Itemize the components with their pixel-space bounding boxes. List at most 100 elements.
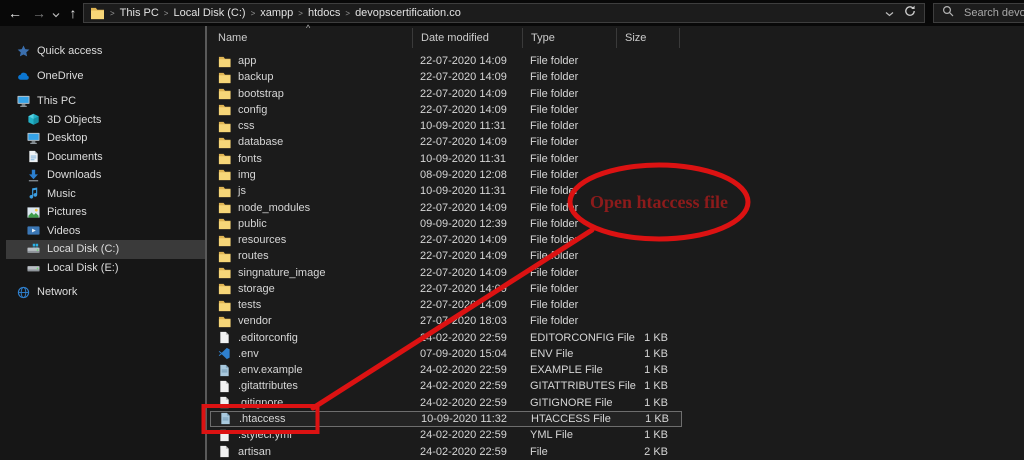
back-button[interactable]: ←	[4, 2, 26, 24]
breadcrumb-separator-icon: >	[159, 9, 174, 18]
file-date-modified: 22-07-2020 14:09	[413, 283, 523, 295]
file-name: tests	[238, 299, 261, 311]
onedrive-cloud-icon	[17, 70, 30, 83]
sidebar-item-network[interactable]: Network	[16, 283, 77, 302]
file-size: 1 KB	[617, 332, 680, 344]
history-chevron-icon[interactable]	[49, 2, 63, 24]
sidebar-item-label: Local Disk (C:)	[47, 243, 119, 255]
sidebar-item-local-disk-c[interactable]: Local Disk (C:)	[26, 240, 119, 259]
sidebar-item-onedrive[interactable]: OneDrive	[16, 67, 83, 86]
column-header-type[interactable]: Type	[523, 28, 617, 48]
column-header-size[interactable]: Size	[617, 28, 680, 48]
quick-access-star-icon	[17, 45, 30, 58]
file-row-database[interactable]: database22-07-2020 14:09File folder	[210, 134, 682, 150]
file-row-singnature_image[interactable]: singnature_image22-07-2020 14:09File fol…	[210, 264, 682, 280]
toolbar: ← → ↑ >This PC>Local Disk (C:)>xampp>htd…	[0, 0, 1024, 26]
file-date-modified: 22-07-2020 14:09	[413, 71, 523, 83]
search-icon	[942, 4, 954, 22]
file-type: HTACCESS File	[524, 413, 618, 425]
sidebar-item-this-pc[interactable]: This PC	[16, 92, 76, 111]
folder-icon	[218, 250, 231, 263]
file-row-env[interactable]: .env07-09-2020 15:04ENV File1 KB	[210, 346, 682, 362]
file-row-gitattributes[interactable]: .gitattributes24-02-2020 22:59GITATTRIBU…	[210, 378, 682, 394]
file-date-modified: 10-09-2020 11:32	[414, 413, 524, 425]
file-row-editorconfig[interactable]: .editorconfig24-02-2020 22:59EDITORCONFI…	[210, 330, 682, 346]
file-row-resources[interactable]: resources22-07-2020 14:09File folder	[210, 232, 682, 248]
folder-icon	[218, 185, 231, 198]
folder-icon	[218, 217, 231, 230]
sidebar-item-label: Videos	[47, 225, 80, 237]
search-box[interactable]	[933, 3, 1024, 23]
3d-objects-cube-icon	[27, 113, 40, 126]
file-date-modified: 22-07-2020 14:09	[413, 55, 523, 67]
folder-icon	[218, 266, 231, 279]
sidebar-item-label: OneDrive	[37, 70, 83, 82]
sidebar-item-documents[interactable]: Documents	[26, 147, 103, 166]
search-input[interactable]	[962, 6, 1024, 20]
file-name: resources	[238, 234, 286, 246]
file-list-pane: NameDate modifiedTypeSize ^ app 22-07-202…	[207, 26, 1024, 460]
file-row-app[interactable]: app22-07-2020 14:09File folder	[210, 53, 682, 69]
column-header-date-modified[interactable]: Date modified	[413, 28, 523, 48]
file-row-js[interactable]: js10-09-2020 11:31File folder	[210, 183, 682, 199]
file-blue-icon	[219, 412, 232, 425]
file-type: ENV File	[523, 348, 617, 360]
file-row-node_modules[interactable]: node_modules22-07-2020 14:09File folder	[210, 199, 682, 215]
file-name: js	[238, 185, 246, 197]
file-row-htaccess[interactable]: .htaccess10-09-2020 11:32HTACCESS File1 …	[210, 411, 682, 427]
file-type: EDITORCONFIG File	[523, 332, 617, 344]
file-type: YML File	[523, 429, 617, 441]
file-row-storage[interactable]: storage22-07-2020 14:09File folder	[210, 281, 682, 297]
breadcrumb-item[interactable]: xampp	[260, 7, 293, 19]
file-row-styleci-yml[interactable]: .styleci.yml24-02-2020 22:59YML File1 KB	[210, 427, 682, 443]
column-header-name[interactable]: Name	[210, 28, 413, 48]
sidebar-item-local-disk-e[interactable]: Local Disk (E:)	[26, 259, 119, 278]
breadcrumb-item[interactable]: devopscertification.co	[355, 7, 461, 19]
file-name: storage	[238, 283, 275, 295]
sidebar-item-label: Downloads	[47, 169, 101, 181]
file-row-bootstrap[interactable]: bootstrap22-07-2020 14:09File folder	[210, 86, 682, 102]
breadcrumb-item[interactable]: This PC	[120, 7, 159, 19]
file-row-public[interactable]: public09-09-2020 12:39File folder	[210, 216, 682, 232]
file-row-fonts[interactable]: fonts10-09-2020 11:31File folder	[210, 151, 682, 167]
file-row-gitignore[interactable]: .gitignore24-02-2020 22:59GITIGNORE File…	[210, 395, 682, 411]
refresh-icon[interactable]	[904, 4, 916, 22]
sidebar-item-downloads[interactable]: Downloads	[26, 166, 101, 185]
sidebar-item-3d-objects[interactable]: 3D Objects	[26, 110, 101, 129]
file-name: .gitignore	[238, 397, 283, 409]
forward-button[interactable]: →	[28, 2, 50, 24]
file-type: GITATTRIBUTES File	[523, 380, 617, 392]
sidebar-item-music[interactable]: Music	[26, 184, 76, 203]
folder-icon	[218, 234, 231, 247]
file-name: app	[238, 55, 256, 67]
file-row-backup[interactable]: backup22-07-2020 14:09File folder	[210, 69, 682, 85]
file-name: .env	[238, 348, 259, 360]
address-bar[interactable]: >This PC>Local Disk (C:)>xampp>htdocs>de…	[83, 3, 925, 23]
address-dropdown-chevron-icon[interactable]	[885, 4, 894, 22]
file-type: File folder	[523, 202, 617, 214]
sort-ascending-icon[interactable]: ^	[306, 23, 310, 33]
file-type: File folder	[523, 71, 617, 83]
up-button[interactable]: ↑	[62, 2, 84, 24]
file-row-css[interactable]: css10-09-2020 11:31File folder	[210, 118, 682, 134]
breadcrumb-item[interactable]: Local Disk (C:)	[173, 7, 245, 19]
file-row-img[interactable]: img08-09-2020 12:08File folder	[210, 167, 682, 183]
file-row-env-example[interactable]: .env.example24-02-2020 22:59EXAMPLE File…	[210, 362, 682, 378]
file-row-tests[interactable]: tests22-07-2020 14:09File folder	[210, 297, 682, 313]
breadcrumb-item[interactable]: htdocs	[308, 7, 340, 19]
file-row-config[interactable]: config22-07-2020 14:09File folder	[210, 102, 682, 118]
folder-icon	[218, 55, 231, 68]
file-row-routes[interactable]: routes22-07-2020 14:09File folder	[210, 248, 682, 264]
sidebar-item-desktop[interactable]: Desktop	[26, 129, 87, 148]
file-rows: app22-07-2020 14:09File folderbackup22-0…	[210, 53, 682, 460]
sidebar-item-label: 3D Objects	[47, 114, 101, 126]
folder-icon	[218, 315, 231, 328]
file-row-vendor[interactable]: vendor27-07-2020 18:03File folder	[210, 313, 682, 329]
sidebar-item-videos[interactable]: Videos	[26, 221, 80, 240]
file-date-modified: 10-09-2020 11:31	[413, 153, 523, 165]
file-date-modified: 10-09-2020 11:31	[413, 120, 523, 132]
sidebar-item-quick-access[interactable]: Quick access	[16, 42, 102, 61]
sidebar-item-pictures[interactable]: Pictures	[26, 203, 87, 222]
file-size: 1 KB	[617, 429, 680, 441]
file-row-artisan[interactable]: artisan24-02-2020 22:59File2 KB	[210, 443, 682, 459]
